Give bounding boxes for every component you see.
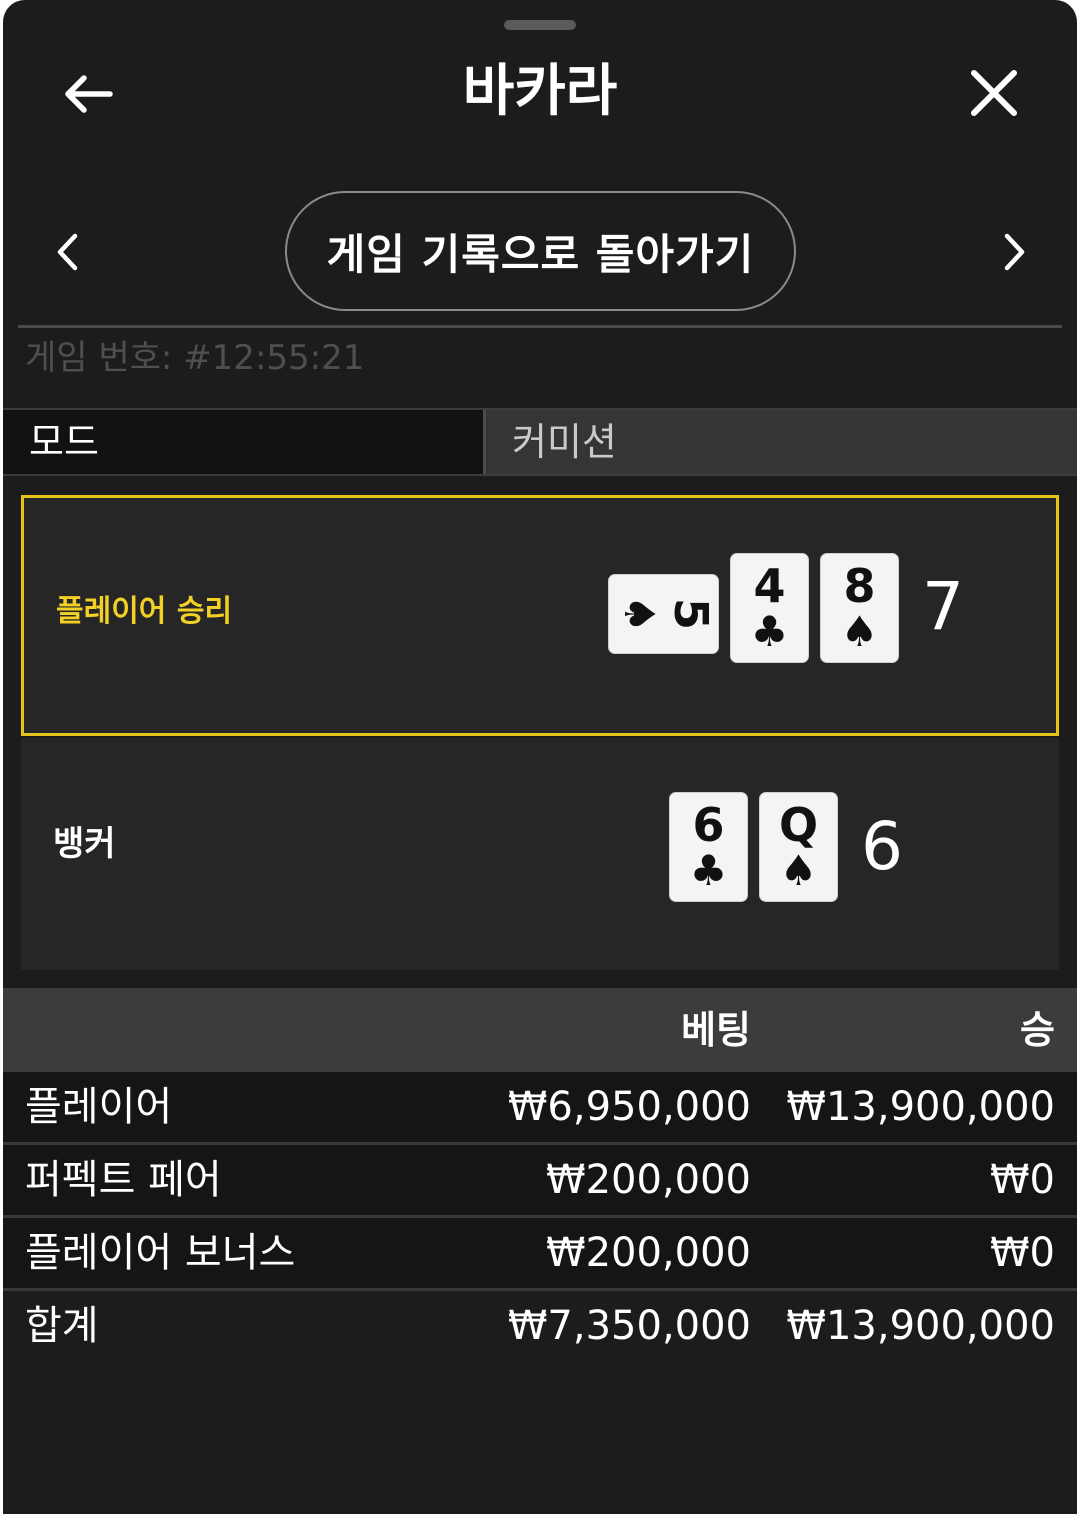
baccarat-history-panel: 바카라 게임 기록으로 돌아가기 게임 번호: #12:55:21 모드 커미션… bbox=[3, 0, 1077, 1514]
spade-icon: ♠ bbox=[779, 846, 818, 895]
table-row: 퍼펙트 페어 ₩200,000 ₩0 bbox=[3, 1145, 1077, 1218]
table-row: 플레이어 ₩6,950,000 ₩13,900,000 bbox=[3, 1072, 1077, 1145]
bet-amount: ₩6,950,000 bbox=[507, 1084, 751, 1130]
header-bet: 베팅 bbox=[681, 1008, 751, 1052]
playing-card: Q ♠ bbox=[759, 792, 838, 902]
total-win-amount: ₩13,900,000 bbox=[786, 1303, 1055, 1349]
card-rank: 6 bbox=[692, 798, 725, 852]
spade-icon: ♠ bbox=[614, 595, 664, 633]
bet-name: 플레이어 bbox=[25, 1084, 173, 1130]
bet-amount: ₩200,000 bbox=[546, 1157, 751, 1203]
card-rank: 8 bbox=[843, 559, 876, 613]
bet-amount: ₩200,000 bbox=[546, 1230, 751, 1276]
card-rank: Q bbox=[778, 798, 819, 852]
playing-card: 4 ♣ bbox=[730, 553, 809, 663]
game-number: 게임 번호: #12:55:21 bbox=[25, 338, 365, 378]
playing-card: 6 ♣ bbox=[669, 792, 748, 902]
club-icon: ♣ bbox=[689, 846, 728, 895]
bet-name: 퍼펙트 페어 bbox=[25, 1157, 222, 1203]
total-label: 합계 bbox=[25, 1303, 99, 1349]
win-amount: ₩13,900,000 bbox=[786, 1084, 1055, 1130]
total-row: 합계 ₩7,350,000 ₩13,900,000 bbox=[3, 1291, 1077, 1364]
card-rank: 5 bbox=[664, 597, 719, 631]
next-game-button[interactable] bbox=[993, 222, 1037, 282]
win-amount: ₩0 bbox=[990, 1157, 1055, 1203]
card-rank: 4 bbox=[753, 559, 786, 613]
chevron-left-icon bbox=[57, 233, 78, 271]
player-score: 7 bbox=[922, 568, 964, 645]
previous-game-button[interactable] bbox=[45, 222, 89, 282]
page-title: 바카라 bbox=[462, 59, 618, 124]
player-result-row: 플레이어 승리 ♠ 5 4 ♣ 8 ♠ 7 bbox=[21, 495, 1059, 736]
tab-commission[interactable]: 커미션 bbox=[483, 410, 1077, 474]
bets-table: 베팅 승 플레이어 ₩6,950,000 ₩13,900,000 퍼펙트 페어 … bbox=[3, 988, 1077, 1364]
divider bbox=[18, 325, 1062, 328]
drag-handle[interactable] bbox=[504, 20, 576, 30]
close-icon bbox=[971, 70, 1017, 116]
header-win: 승 bbox=[1020, 1008, 1055, 1052]
banker-label: 뱅커 bbox=[53, 824, 116, 864]
spade-icon: ♠ bbox=[840, 607, 879, 656]
banker-result-row: 뱅커 6 ♣ Q ♠ 6 bbox=[21, 738, 1059, 970]
table-header-row: 베팅 승 bbox=[3, 988, 1077, 1072]
win-amount: ₩0 bbox=[990, 1230, 1055, 1276]
bet-name: 플레이어 보너스 bbox=[25, 1230, 296, 1276]
total-bet-amount: ₩7,350,000 bbox=[507, 1303, 751, 1349]
banker-score: 6 bbox=[861, 808, 903, 885]
club-icon: ♣ bbox=[750, 607, 789, 656]
playing-card: ♠ 5 bbox=[608, 574, 719, 654]
table-row: 플레이어 보너스 ₩200,000 ₩0 bbox=[3, 1218, 1077, 1291]
playing-card: 8 ♠ bbox=[820, 553, 899, 663]
player-win-label: 플레이어 승리 bbox=[56, 594, 233, 629]
tab-mode[interactable]: 모드 bbox=[3, 410, 483, 474]
mode-tabs: 모드 커미션 bbox=[3, 408, 1077, 476]
back-to-history-button[interactable]: 게임 기록으로 돌아가기 bbox=[285, 191, 796, 311]
chevron-right-icon bbox=[1004, 233, 1025, 271]
close-button[interactable] bbox=[959, 60, 1029, 126]
